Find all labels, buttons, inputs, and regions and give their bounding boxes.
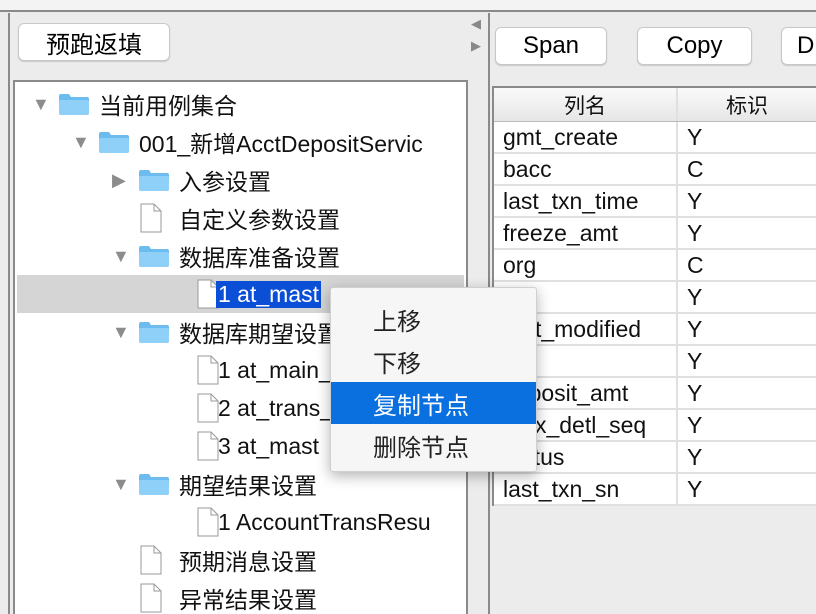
table-row[interactable]: idY: [494, 282, 816, 314]
folder-icon: [138, 320, 170, 344]
copy-button[interactable]: Copy: [637, 27, 752, 65]
tree-node-label: 3 at_mast: [218, 432, 319, 459]
column-name-cell[interactable]: gmt_create: [494, 122, 678, 152]
header-column-name[interactable]: 列名: [494, 88, 678, 121]
folder-icon: [98, 130, 130, 154]
tree-node-label: 入参设置: [179, 169, 271, 195]
flag-cell[interactable]: Y: [678, 410, 816, 440]
collapse-left-icon[interactable]: ◀: [471, 16, 481, 32]
flag-cell[interactable]: Y: [678, 346, 816, 376]
expanded-arrow-icon[interactable]: ▼: [112, 322, 130, 343]
header-flag[interactable]: 标识: [678, 88, 816, 121]
tree-node-label: 数据库准备设置: [179, 245, 340, 271]
folder-icon: [138, 244, 170, 268]
flag-cell[interactable]: Y: [678, 474, 816, 504]
tree-node-label: 1 at_mast: [216, 280, 321, 308]
d-button[interactable]: D: [781, 27, 816, 65]
expand-right-icon[interactable]: ▶: [471, 38, 481, 54]
tree-node[interactable]: ▼ 001_新增AcctDepositServic: [17, 123, 464, 161]
tree-node[interactable]: 1 AccountTransResu: [17, 503, 464, 541]
tree-node-label: 自定义参数设置: [179, 207, 340, 233]
flag-cell[interactable]: Y: [678, 378, 816, 408]
table-header: 列名 标识: [494, 88, 816, 122]
flag-cell[interactable]: Y: [678, 218, 816, 248]
tree-node-label: 异常结果设置: [179, 587, 317, 613]
table-row[interactable]: gmt_create Y: [494, 122, 816, 154]
file-icon: [140, 583, 162, 613]
flag-cell[interactable]: Y: [678, 314, 816, 344]
tree-node[interactable]: ▼ 当前用例集合: [17, 85, 464, 123]
table-row[interactable]: max_detl_seq Y: [494, 410, 816, 442]
table-row[interactable]: last_txn_sn Y: [494, 474, 816, 506]
folder-icon: [138, 472, 170, 496]
folder-icon: [138, 168, 170, 192]
table-row[interactable]: gmt_modified Y: [494, 314, 816, 346]
tree-node-label: 1 AccountTransResu: [218, 508, 431, 535]
flag-cell[interactable]: Y: [678, 186, 816, 216]
tree-node-label: 001_新增AcctDepositServic: [139, 131, 423, 157]
flag-cell[interactable]: C: [678, 250, 816, 280]
tree-node[interactable]: ▶ 入参设置: [17, 161, 464, 199]
table-row[interactable]: deposit_amt Y: [494, 378, 816, 410]
column-name-cell[interactable]: bacc: [494, 154, 678, 184]
column-name-cell[interactable]: org: [494, 250, 678, 280]
flag-cell[interactable]: C: [678, 154, 816, 184]
menu-item-copy-node[interactable]: 复制节点: [331, 382, 536, 424]
collapsed-arrow-icon[interactable]: ▶: [112, 170, 126, 191]
flag-cell[interactable]: Y: [678, 122, 816, 152]
file-icon: [140, 545, 162, 575]
flag-cell[interactable]: Y: [678, 442, 816, 472]
column-name-cell[interactable]: last_txn_sn: [494, 474, 678, 504]
table-row[interactable]: last_txn_time Y: [494, 186, 816, 218]
tree-node[interactable]: 异常结果设置: [17, 579, 464, 614]
table-row[interactable]: balY: [494, 346, 816, 378]
top-strip: [0, 0, 816, 12]
expanded-arrow-icon[interactable]: ▼: [112, 474, 130, 495]
menu-item-delete-node[interactable]: 删除节点: [331, 424, 536, 466]
table-row[interactable]: freeze_amt Y: [494, 218, 816, 250]
column-name-cell[interactable]: last_txn_time: [494, 186, 678, 216]
tree-node[interactable]: 自定义参数设置: [17, 199, 464, 237]
column-table: 列名 标识 gmt_create Ybacc Clast_txn_time Yfree…: [492, 86, 816, 506]
span-button[interactable]: Span: [495, 27, 607, 65]
menu-item-move-down[interactable]: 下移: [331, 340, 536, 382]
tree-node-label: 预期消息设置: [179, 549, 317, 575]
flag-cell[interactable]: Y: [678, 282, 816, 312]
table-row[interactable]: bacc C: [494, 154, 816, 186]
tree-node[interactable]: 预期消息设置: [17, 541, 464, 579]
expanded-arrow-icon[interactable]: ▼: [32, 94, 50, 115]
folder-icon: [58, 92, 90, 116]
expanded-arrow-icon[interactable]: ▼: [112, 246, 130, 267]
tree-node-label: 当前用例集合: [99, 93, 237, 119]
prerun-backfill-button[interactable]: 预跑返填: [18, 23, 170, 61]
table-row[interactable]: statusY: [494, 442, 816, 474]
file-icon: [140, 203, 162, 233]
splitter[interactable]: ◀ ▶: [470, 16, 484, 66]
tree-node-label: 期望结果设置: [179, 473, 317, 499]
context-menu: 上移 下移 复制节点 删除节点: [330, 287, 537, 472]
tree-node[interactable]: ▼ 数据库准备设置: [17, 237, 464, 275]
menu-item-move-up[interactable]: 上移: [331, 298, 536, 340]
column-name-cell[interactable]: freeze_amt: [494, 218, 678, 248]
table-row[interactable]: org C: [494, 250, 816, 282]
tree-node-label: 数据库期望设置: [179, 321, 340, 347]
expanded-arrow-icon[interactable]: ▼: [72, 132, 90, 153]
